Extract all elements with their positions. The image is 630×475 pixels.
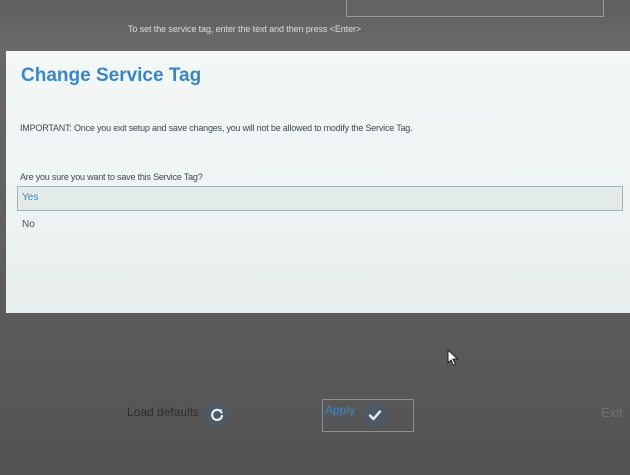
mouse-pointer-icon bbox=[447, 349, 459, 367]
service-tag-hint: To set the service tag, enter the text a… bbox=[128, 24, 362, 34]
refresh-icon bbox=[205, 403, 229, 427]
change-service-tag-dialog: Change Service Tag IMPORTANT: Once you e… bbox=[6, 51, 630, 313]
option-yes[interactable]: Yes bbox=[17, 186, 623, 211]
load-defaults-label: Load defaults bbox=[127, 405, 200, 419]
apply-label: Apply bbox=[325, 403, 356, 417]
dialog-title: Change Service Tag bbox=[21, 65, 202, 86]
confirm-question: Are you sure you want to save this Servi… bbox=[20, 172, 203, 182]
service-tag-input[interactable] bbox=[346, 0, 604, 17]
service-tag-panel: To set the service tag, enter the text a… bbox=[0, 0, 630, 50]
checkmark-icon bbox=[363, 403, 387, 427]
setup-screen: To set the service tag, enter the text a… bbox=[0, 0, 630, 475]
exit-button[interactable]: Exit bbox=[601, 405, 623, 420]
important-notice: IMPORTANT: Once you exit setup and save … bbox=[20, 123, 413, 133]
option-no[interactable]: No bbox=[17, 213, 623, 238]
apply-button[interactable]: Apply bbox=[322, 399, 414, 432]
